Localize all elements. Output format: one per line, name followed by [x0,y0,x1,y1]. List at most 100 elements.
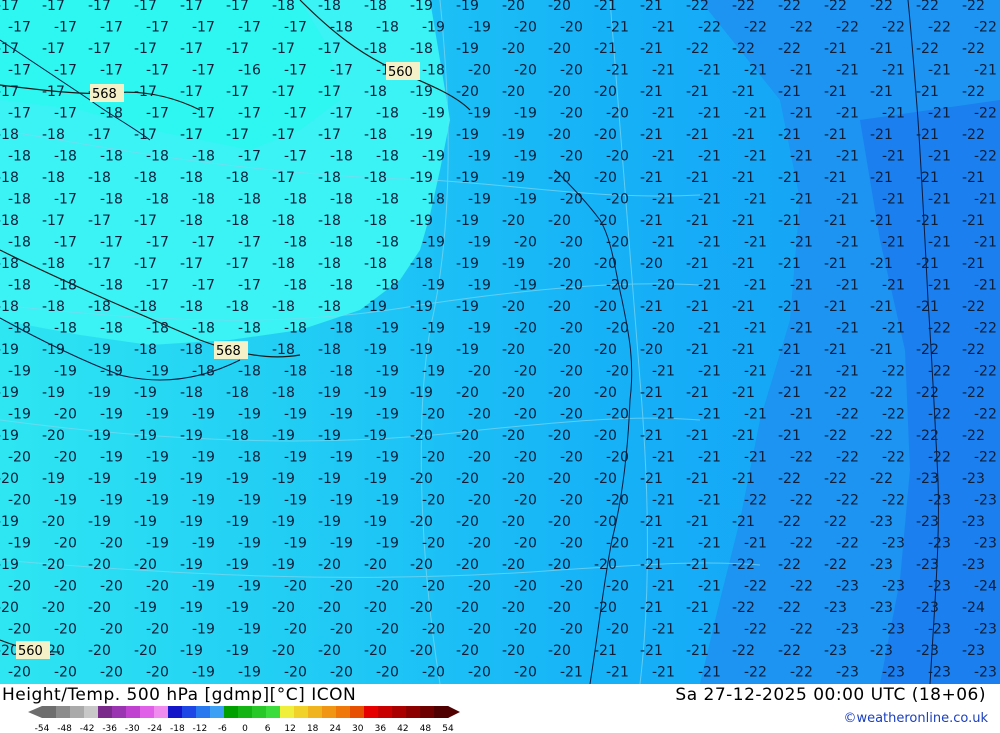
temperature-label: -21 [836,321,859,337]
temperature-label: -19 [364,385,387,401]
colorbar-swatch [378,706,393,718]
temperature-label: -22 [882,364,905,380]
temperature-label: -20 [272,643,295,659]
temperature-label: -20 [376,665,399,681]
temperature-label: -20 [422,536,445,552]
temperature-label: -20 [560,20,583,36]
temperature-label: -21 [882,106,905,122]
temperature-label: -19 [238,536,261,552]
temperature-label: -21 [698,149,721,165]
temperature-label: -20 [652,278,675,294]
colorbar-tick-label: -18 [170,724,185,733]
geopotential-height-label: 560 [16,641,50,659]
temperature-label: -20 [330,665,353,681]
colorbar-swatch [70,706,85,718]
temperature-label: -18 [272,0,295,14]
colorbar-swatch [434,706,449,718]
temperature-label: -17 [284,106,307,122]
colorbar-swatch [420,706,435,718]
temperature-label: -22 [790,579,813,595]
credit-link[interactable]: ©weatheronline.co.uk [843,711,988,726]
temperature-label: -18 [284,364,307,380]
temperature-label: -20 [514,364,537,380]
temperature-label: -22 [732,643,755,659]
colorbar-tick-label: 12 [284,724,295,733]
temperature-label: -18 [134,299,157,315]
temperature-label: -17 [134,256,157,272]
temperature-label: -22 [744,665,767,681]
temperature-label: -23 [870,600,893,616]
temperature-label: -20 [54,407,77,423]
temperature-label: -19 [8,536,31,552]
temperature-label: -20 [100,665,123,681]
temperature-label: -20 [594,514,617,530]
temperature-label: -20 [456,84,479,100]
temperature-label: -22 [824,385,847,401]
temperature-label: -20 [606,364,629,380]
colorbar-tick-label: -48 [57,724,72,733]
temperature-label: -19 [42,385,65,401]
temperature-label: -20 [364,557,387,573]
temperature-label: -20 [502,0,525,14]
temperature-label: -21 [778,127,801,143]
temperature-label: -20 [548,600,571,616]
temperature-label: -22 [916,41,939,57]
temperature-label: -22 [928,321,951,337]
temperature-label: -20 [468,63,491,79]
temperature-label: -24 [974,579,997,595]
temperature-label: -21 [824,342,847,358]
temperature-label: -21 [652,407,675,423]
temperature-label: -21 [916,256,939,272]
temperature-label: -19 [376,493,399,509]
temperature-label: -19 [422,321,445,337]
temperature-label: -22 [870,428,893,444]
temperature-label: -17 [284,20,307,36]
temperature-label: -22 [836,20,859,36]
temperature-label: -22 [790,450,813,466]
temperature-label: -21 [698,493,721,509]
colorbar-swatch [364,706,379,718]
temperature-label: -18 [284,278,307,294]
colorbar-swatch [42,706,57,718]
temperature-label: -18 [100,106,123,122]
temperature-label: -17 [318,127,341,143]
temperature-label: -20 [548,213,571,229]
temperature-label: -21 [640,299,663,315]
temperature-label: -22 [824,0,847,14]
temperature-label: -19 [318,514,341,530]
temperature-label: -23 [882,579,905,595]
temperature-label: -19 [456,342,479,358]
temperature-label: -21 [732,471,755,487]
temperature-label: -18 [330,364,353,380]
temperature-label: -20 [548,41,571,57]
temperature-label: -19 [410,342,433,358]
temperature-label: -23 [928,493,951,509]
colorbar-tick-label: -6 [218,724,227,733]
temperature-label: -19 [330,407,353,423]
temperature-label: -18 [42,127,65,143]
temperature-label: -20 [514,20,537,36]
temperature-label: -21 [744,106,767,122]
temperature-label: -17 [88,213,111,229]
temperature-label: -20 [514,63,537,79]
temperature-label: -21 [732,428,755,444]
temperature-label: -19 [238,407,261,423]
temperature-label: -21 [640,514,663,530]
temperature-label: -20 [514,579,537,595]
temperature-label: -21 [836,192,859,208]
temperature-label: -19 [272,471,295,487]
temperature-label: -17 [88,41,111,57]
temperature-label: -17 [146,106,169,122]
temperature-label: -20 [514,665,537,681]
temperature-label: -17 [42,0,65,14]
temperature-label: -17 [238,149,261,165]
temperature-label: -17 [192,235,215,251]
temperature-label: -19 [0,557,19,573]
temperature-label: -18 [272,256,295,272]
temperature-label: -18 [100,192,123,208]
temperature-label: -20 [548,84,571,100]
temperature-label: -23 [962,514,985,530]
temperature-label: -21 [882,149,905,165]
temperature-label: -18 [364,170,387,186]
colorbar-tick-label: -24 [147,724,162,733]
